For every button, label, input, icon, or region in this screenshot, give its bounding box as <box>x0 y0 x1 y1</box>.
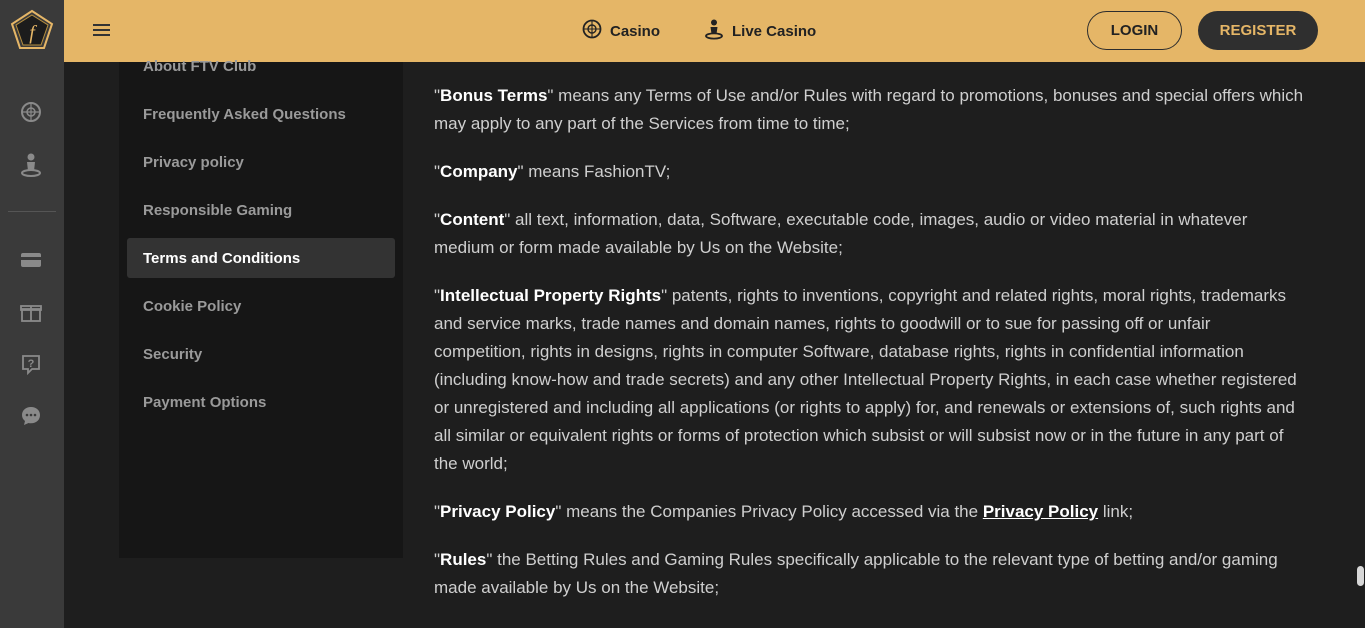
gift-promotions-icon[interactable] <box>18 299 44 325</box>
sidebar-item-label: Privacy policy <box>143 153 244 171</box>
live-casino-dealer-icon[interactable] <box>18 152 44 178</box>
sidebar-item-terms[interactable]: Terms and Conditions <box>127 238 395 278</box>
login-button[interactable]: LOGIN <box>1087 11 1182 50</box>
term-text: " means any Terms of Use and/or Rules wi… <box>434 86 1304 133</box>
term-text: " means the Companies Privacy Policy acc… <box>555 502 983 521</box>
scrollbar-track[interactable] <box>1355 62 1365 628</box>
privacy-policy-link[interactable]: Privacy Policy <box>983 502 1098 521</box>
term-text: " all text, information, data, Software,… <box>434 210 1248 257</box>
scrollbar-thumb[interactable] <box>1357 566 1364 586</box>
sidebar-item-label: Cookie Policy <box>143 297 242 315</box>
nav-casino-label: Casino <box>610 22 661 40</box>
payment-card-icon[interactable] <box>18 247 44 273</box>
sidebar-item-cookie-policy[interactable]: Cookie Policy <box>127 286 395 326</box>
help-question-icon[interactable]: ? <box>18 351 44 377</box>
sidebar-item-faq[interactable]: Frequently Asked Questions <box>127 94 395 134</box>
sidebar-item-about[interactable]: About FTV Club <box>127 46 395 86</box>
sidebar-item-payment-options[interactable]: Payment Options <box>127 382 395 422</box>
definition-ipr: "Intellectual Property Rights" patents, … <box>434 286 1297 473</box>
sidebar-item-label: Payment Options <box>143 393 267 411</box>
term-text: " the Betting Rules and Gaming Rules spe… <box>434 550 1278 597</box>
definition-rules: "Rules" the Betting Rules and Gaming Rul… <box>434 550 1278 597</box>
term-name: Rules <box>440 550 487 569</box>
nav-live-casino[interactable]: Live Casino <box>704 18 816 44</box>
term-tail: link; <box>1098 502 1134 521</box>
term-name: Company <box>440 162 518 181</box>
nav-live-casino-label: Live Casino <box>732 22 817 40</box>
hamburger-menu-icon[interactable] <box>92 20 112 40</box>
sidebar-item-label: Responsible Gaming <box>143 201 293 219</box>
terms-content: "Bonus Terms" means any Terms of Use and… <box>434 82 1304 622</box>
definition-bonus-terms: "Bonus Terms" means any Terms of Use and… <box>434 86 1304 133</box>
definition-content: "Content" all text, information, data, S… <box>434 210 1248 257</box>
definition-company: "Company" means FashionTV; <box>434 162 671 181</box>
left-rail: f ? <box>0 0 64 628</box>
sidebar-item-label: Frequently Asked Questions <box>143 105 346 123</box>
term-name: Bonus Terms <box>440 86 548 105</box>
casino-roulette-icon[interactable] <box>18 99 44 125</box>
term-name: Privacy Policy <box>440 502 556 521</box>
sidebar-item-label: About FTV Club <box>143 57 257 75</box>
info-side-menu: About FTV Club Frequently Asked Question… <box>119 58 403 558</box>
sidebar-item-privacy-policy[interactable]: Privacy policy <box>127 142 395 182</box>
definition-privacy-policy: "Privacy Policy" means the Companies Pri… <box>434 502 1134 521</box>
rail-divider <box>8 211 56 212</box>
term-text: " patents, rights to inventions, copyrig… <box>434 286 1297 473</box>
ftv-logo-icon[interactable]: f <box>8 8 56 52</box>
nav-casino[interactable]: Casino <box>582 18 660 44</box>
register-button[interactable]: REGISTER <box>1198 11 1318 50</box>
sidebar-item-label: Security <box>143 345 203 363</box>
roulette-icon <box>582 19 602 43</box>
svg-text:?: ? <box>28 358 35 370</box>
term-name: Intellectual Property Rights <box>440 286 662 305</box>
sidebar-item-responsible-gaming[interactable]: Responsible Gaming <box>127 190 395 230</box>
dealer-icon <box>704 18 724 44</box>
term-text: " means FashionTV; <box>517 162 671 181</box>
sidebar-item-label: Terms and Conditions <box>143 249 301 267</box>
sidebar-item-security[interactable]: Security <box>127 334 395 374</box>
chat-bubble-icon[interactable] <box>18 403 44 429</box>
term-name: Content <box>440 210 505 229</box>
